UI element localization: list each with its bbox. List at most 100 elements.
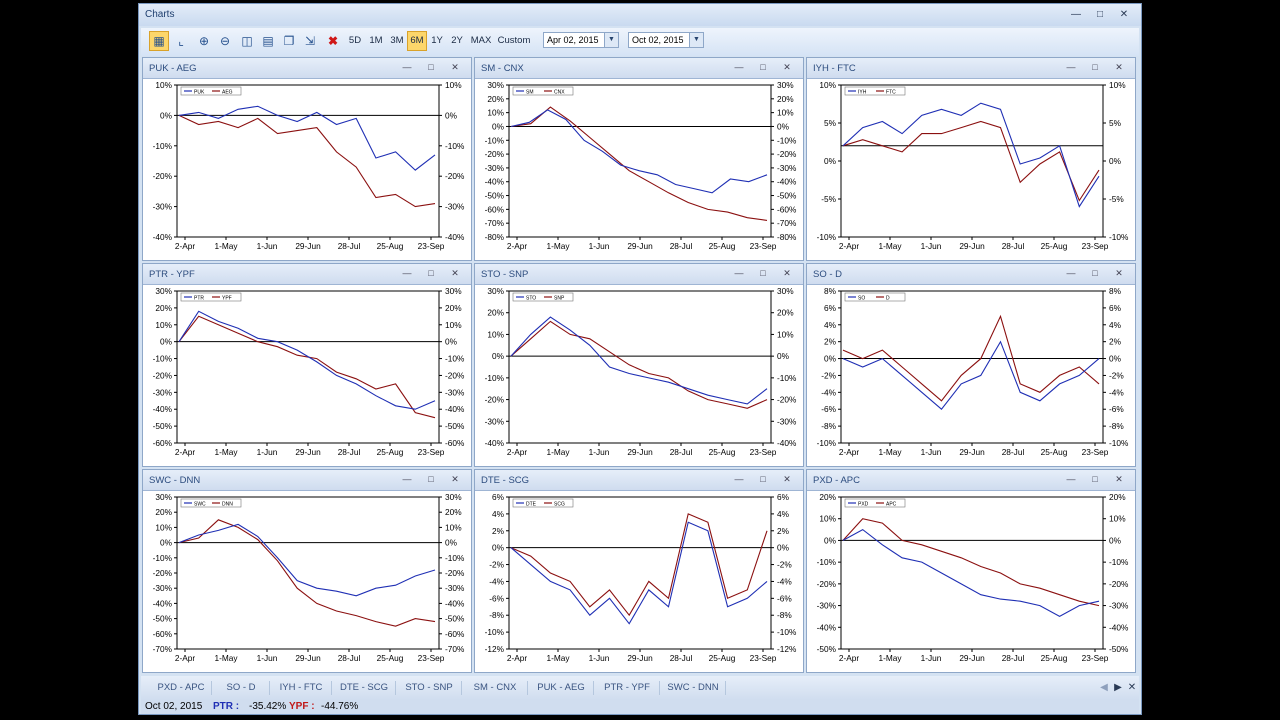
minimize-icon[interactable]: —: [401, 473, 413, 485]
maximize-icon[interactable]: □: [1089, 473, 1101, 485]
y-tick-label-left: 20%: [487, 308, 504, 318]
close-icon[interactable]: ✕: [1113, 267, 1125, 279]
range-5d-button[interactable]: 5D: [346, 31, 364, 51]
x-tick-label: 1-Jun: [589, 447, 610, 457]
x-tick-label: 23-Sep: [750, 241, 777, 251]
minimize-icon[interactable]: —: [1065, 267, 1077, 279]
close-icon[interactable]: ✕: [449, 61, 461, 73]
close-icon[interactable]: ✕: [1113, 473, 1125, 485]
y-tick-label-left: 30%: [155, 286, 172, 296]
plot-area: [840, 496, 1104, 650]
y-tick-label-left: -10%: [485, 627, 505, 637]
close-icon[interactable]: ✕: [1117, 8, 1131, 22]
panel-header: PXD - APC — □ ✕: [807, 470, 1135, 491]
maximize-icon[interactable]: □: [425, 473, 437, 485]
title-bar: Charts — □ ✕: [139, 4, 1141, 26]
tab-sm-cnx[interactable]: SM - CNX: [463, 681, 528, 695]
close-icon[interactable]: ✕: [781, 267, 793, 279]
legend-label: DNN: [222, 502, 233, 508]
close-icon[interactable]: ✕: [781, 61, 793, 73]
y-tick-label-right: 20%: [777, 308, 794, 318]
y-tick-label-left: -30%: [153, 387, 173, 397]
close-tab-icon[interactable]: ✕: [1125, 681, 1139, 695]
minimize-icon[interactable]: —: [733, 267, 745, 279]
minimize-icon[interactable]: —: [401, 61, 413, 73]
y-tick-label-left: -20%: [485, 395, 505, 405]
delete-icon[interactable]: ✖: [323, 31, 343, 51]
chart-panel: PTR - YPF — □ ✕ 30% 30% 20% 20% 10% 10% 0% 0% -10% -1…: [142, 263, 472, 467]
minimize-icon[interactable]: —: [733, 473, 745, 485]
fit-icon[interactable]: ⇲: [300, 31, 320, 51]
maximize-icon[interactable]: □: [1093, 8, 1107, 22]
window-title: Charts: [145, 9, 175, 20]
maximize-icon[interactable]: □: [1089, 61, 1101, 73]
legend-label: PTR: [194, 296, 204, 302]
range-2y-button[interactable]: 2Y: [449, 31, 465, 51]
x-tick-label: 25-Aug: [377, 447, 404, 457]
end-date-picker[interactable]: Oct 02, 2015 ▼: [628, 32, 704, 48]
tab-swc-dnn[interactable]: SWC - DNN: [661, 681, 726, 695]
range-6m-button[interactable]: 6M: [407, 31, 427, 51]
close-icon[interactable]: ✕: [449, 473, 461, 485]
maximize-icon[interactable]: □: [425, 61, 437, 73]
y-tick-label-left: 20%: [155, 303, 172, 313]
x-tick-label: 1-May: [546, 653, 570, 663]
maximize-icon[interactable]: □: [1089, 267, 1101, 279]
start-date-picker[interactable]: Apr 02, 2015 ▼: [543, 32, 619, 48]
legend-label: PXD: [858, 502, 869, 508]
chevron-down-icon[interactable]: ▼: [604, 33, 618, 47]
chevron-down-icon[interactable]: ▼: [689, 33, 703, 47]
x-tick-label: 1-May: [214, 447, 238, 457]
tab-pxd-apc[interactable]: PXD - APC: [151, 681, 212, 695]
zoom-out-icon[interactable]: ⊖: [215, 31, 235, 51]
tab-ptr-ypf[interactable]: PTR - YPF: [595, 681, 660, 695]
minimize-icon[interactable]: —: [401, 267, 413, 279]
scroll-right-icon[interactable]: ▶: [1111, 681, 1125, 695]
chart-type-icon[interactable]: ⌞: [171, 31, 191, 51]
maximize-icon[interactable]: □: [425, 267, 437, 279]
tab-puk-aeg[interactable]: PUK - AEG: [529, 681, 594, 695]
y-tick-label-right: 0%: [445, 110, 458, 120]
tab-sto-snp[interactable]: STO - SNP: [397, 681, 462, 695]
y-tick-label-right: -4%: [777, 576, 792, 586]
minimize-icon[interactable]: —: [1065, 61, 1077, 73]
panel-header: PTR - YPF — □ ✕: [143, 264, 471, 285]
tab-so-d[interactable]: SO - D: [213, 681, 270, 695]
range-1y-button[interactable]: 1Y: [429, 31, 445, 51]
tab-iyh-ftc[interactable]: IYH - FTC: [271, 681, 332, 695]
minimize-icon[interactable]: —: [733, 61, 745, 73]
range-1m-button[interactable]: 1M: [367, 31, 385, 51]
y-tick-label-left: -40%: [817, 622, 837, 632]
minimize-icon[interactable]: —: [1069, 8, 1083, 22]
y-tick-label-right: 6%: [1109, 303, 1122, 313]
range-3m-button[interactable]: 3M: [388, 31, 406, 51]
x-tick-label: 1-Jun: [589, 653, 610, 663]
scroll-left-icon[interactable]: ◀: [1097, 681, 1111, 695]
split-horizontal-icon[interactable]: ▤: [258, 31, 278, 51]
legend-label: IYH: [858, 90, 867, 96]
maximize-icon[interactable]: □: [757, 267, 769, 279]
minimize-icon[interactable]: —: [1065, 473, 1077, 485]
status-series-a-label: PTR :: [213, 701, 240, 712]
cascade-icon[interactable]: ❐: [279, 31, 299, 51]
close-icon[interactable]: ✕: [449, 267, 461, 279]
range-custom-button[interactable]: Custom: [497, 31, 531, 51]
x-tick-label: 23-Sep: [1082, 447, 1109, 457]
zoom-in-icon[interactable]: ⊕: [194, 31, 214, 51]
y-tick-label-left: 10%: [487, 329, 504, 339]
maximize-icon[interactable]: □: [757, 473, 769, 485]
chart-panel: SM - CNX — □ ✕ 30% 30% 20% 20% 10% 10% 0% 0% -10% -10…: [474, 57, 804, 261]
range-max-button[interactable]: MAX: [469, 31, 493, 51]
grid-view-icon[interactable]: ▦: [149, 31, 169, 51]
close-icon[interactable]: ✕: [1113, 61, 1125, 73]
legend-label: SWC: [194, 502, 206, 508]
split-vertical-icon[interactable]: ◫: [237, 31, 257, 51]
close-icon[interactable]: ✕: [781, 473, 793, 485]
y-tick-label-right: -70%: [445, 644, 465, 654]
y-tick-label-right: -70%: [777, 218, 797, 228]
panel-title: STO - SNP: [481, 269, 529, 280]
tab-dte-scg[interactable]: DTE - SCG: [333, 681, 396, 695]
y-tick-label-right: -20%: [1109, 579, 1129, 589]
x-tick-label: 23-Sep: [750, 447, 777, 457]
maximize-icon[interactable]: □: [757, 61, 769, 73]
